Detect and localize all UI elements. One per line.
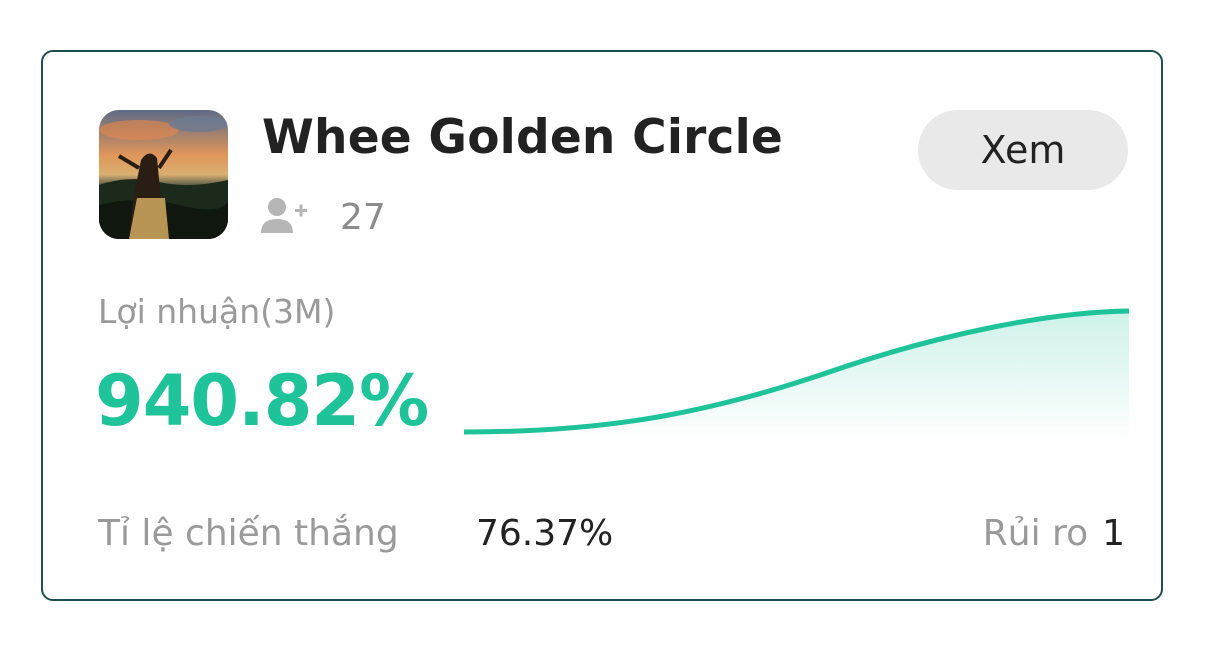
sparkline-area (464, 311, 1129, 442)
win-rate-label: Tỉ lệ chiến thắng (98, 513, 399, 554)
risk-value: 1 (1102, 513, 1125, 554)
win-rate-value: 76.37% (476, 513, 614, 554)
profit-value: 940.82% (95, 360, 429, 442)
follower-count: 27 (340, 196, 386, 238)
avatar (99, 110, 228, 239)
risk: Rủi ro 1 (983, 513, 1125, 554)
followers: 27 (259, 195, 386, 239)
profit-label: Lợi nhuận(3M) (98, 292, 336, 331)
trader-card[interactable]: Whee Golden Circle 27 Xem Lợi nhuận(3M) … (41, 50, 1163, 601)
strategy-title: Whee Golden Circle (262, 110, 783, 165)
profit-sparkline (464, 308, 1129, 442)
view-button[interactable]: Xem (918, 110, 1128, 190)
risk-label: Rủi ro (982, 513, 1089, 554)
add-user-icon (261, 198, 307, 233)
